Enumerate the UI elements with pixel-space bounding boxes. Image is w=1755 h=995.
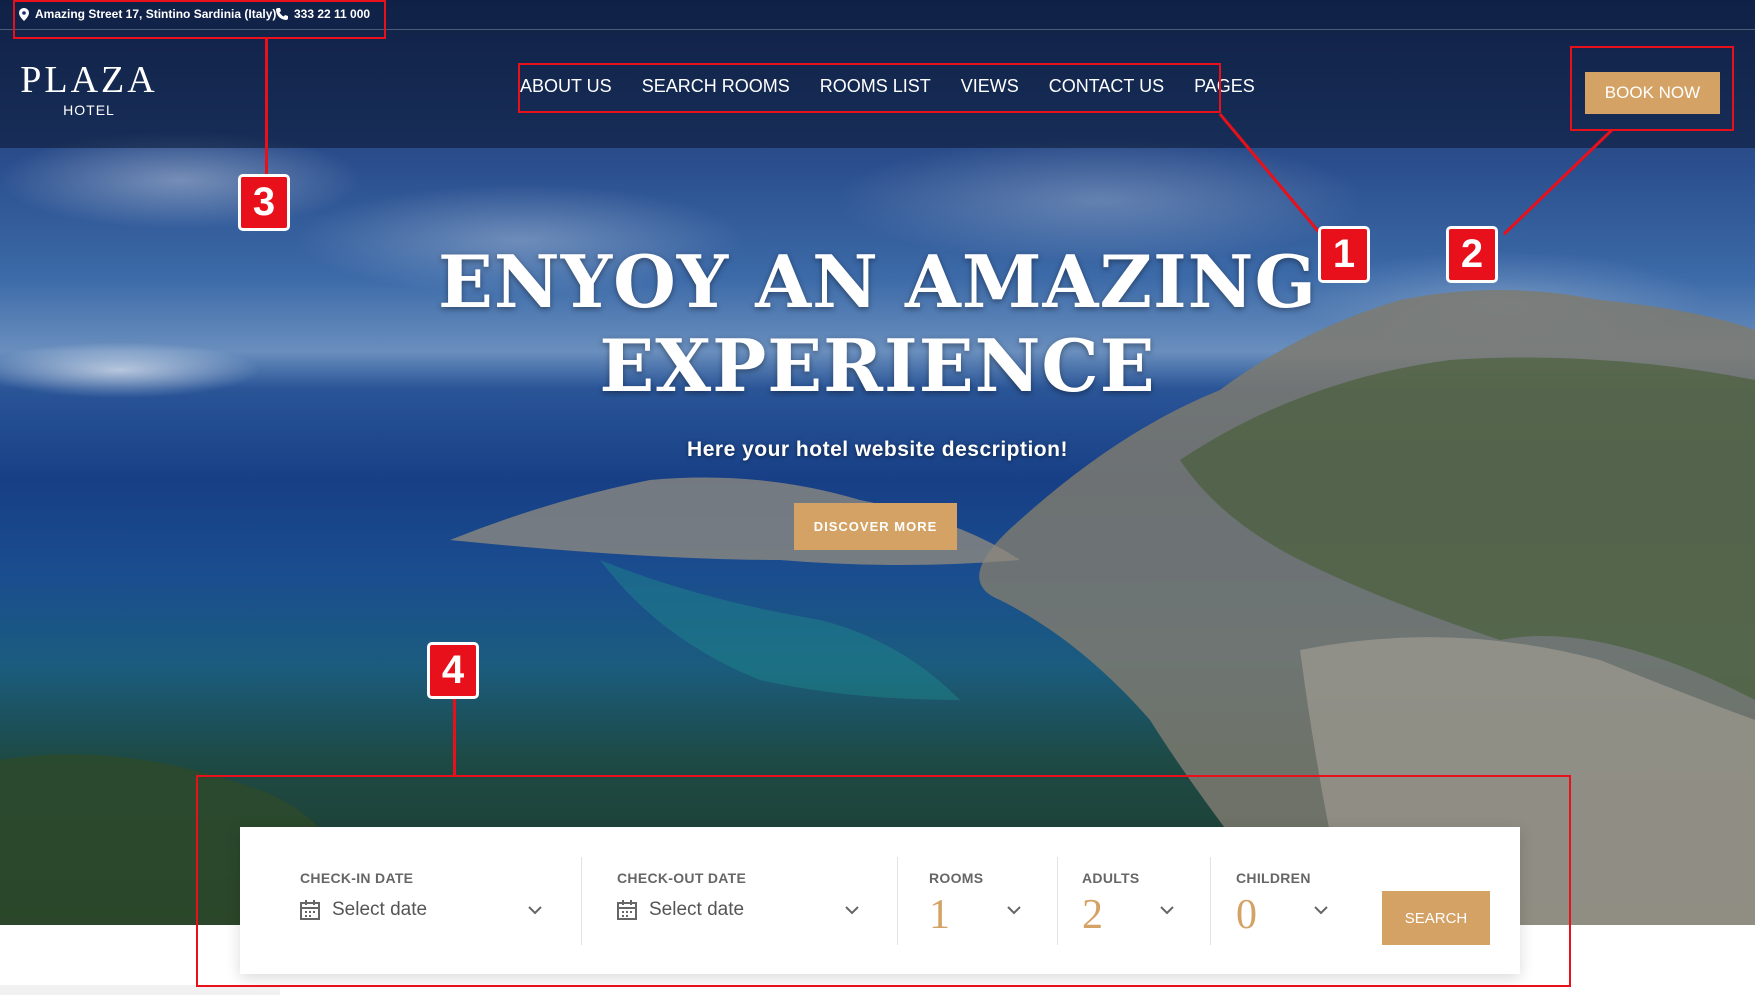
annotation-line-3 xyxy=(265,39,268,179)
annotation-box-book xyxy=(1570,46,1734,131)
hotel-logo[interactable]: PLAZA HOTEL xyxy=(20,60,158,118)
discover-more-button[interactable]: DISCOVER MORE xyxy=(794,503,957,550)
headline-line-2: EXPERIENCE xyxy=(599,323,1156,408)
annotation-box-booking xyxy=(196,775,1571,987)
annotation-box-nav xyxy=(518,63,1221,113)
annotation-line-4 xyxy=(453,694,456,776)
annotation-badge-2: 2 xyxy=(1446,226,1498,283)
logo-name: PLAZA xyxy=(20,59,158,101)
hero-subtitle: Here your hotel website description! xyxy=(687,438,1068,461)
logo-sub: HOTEL xyxy=(63,102,115,118)
annotation-box-contact xyxy=(13,0,386,39)
annotation-badge-4: 4 xyxy=(427,642,479,699)
annotation-badge-1: 1 xyxy=(1318,226,1370,283)
annotation-badge-3: 3 xyxy=(238,174,290,231)
